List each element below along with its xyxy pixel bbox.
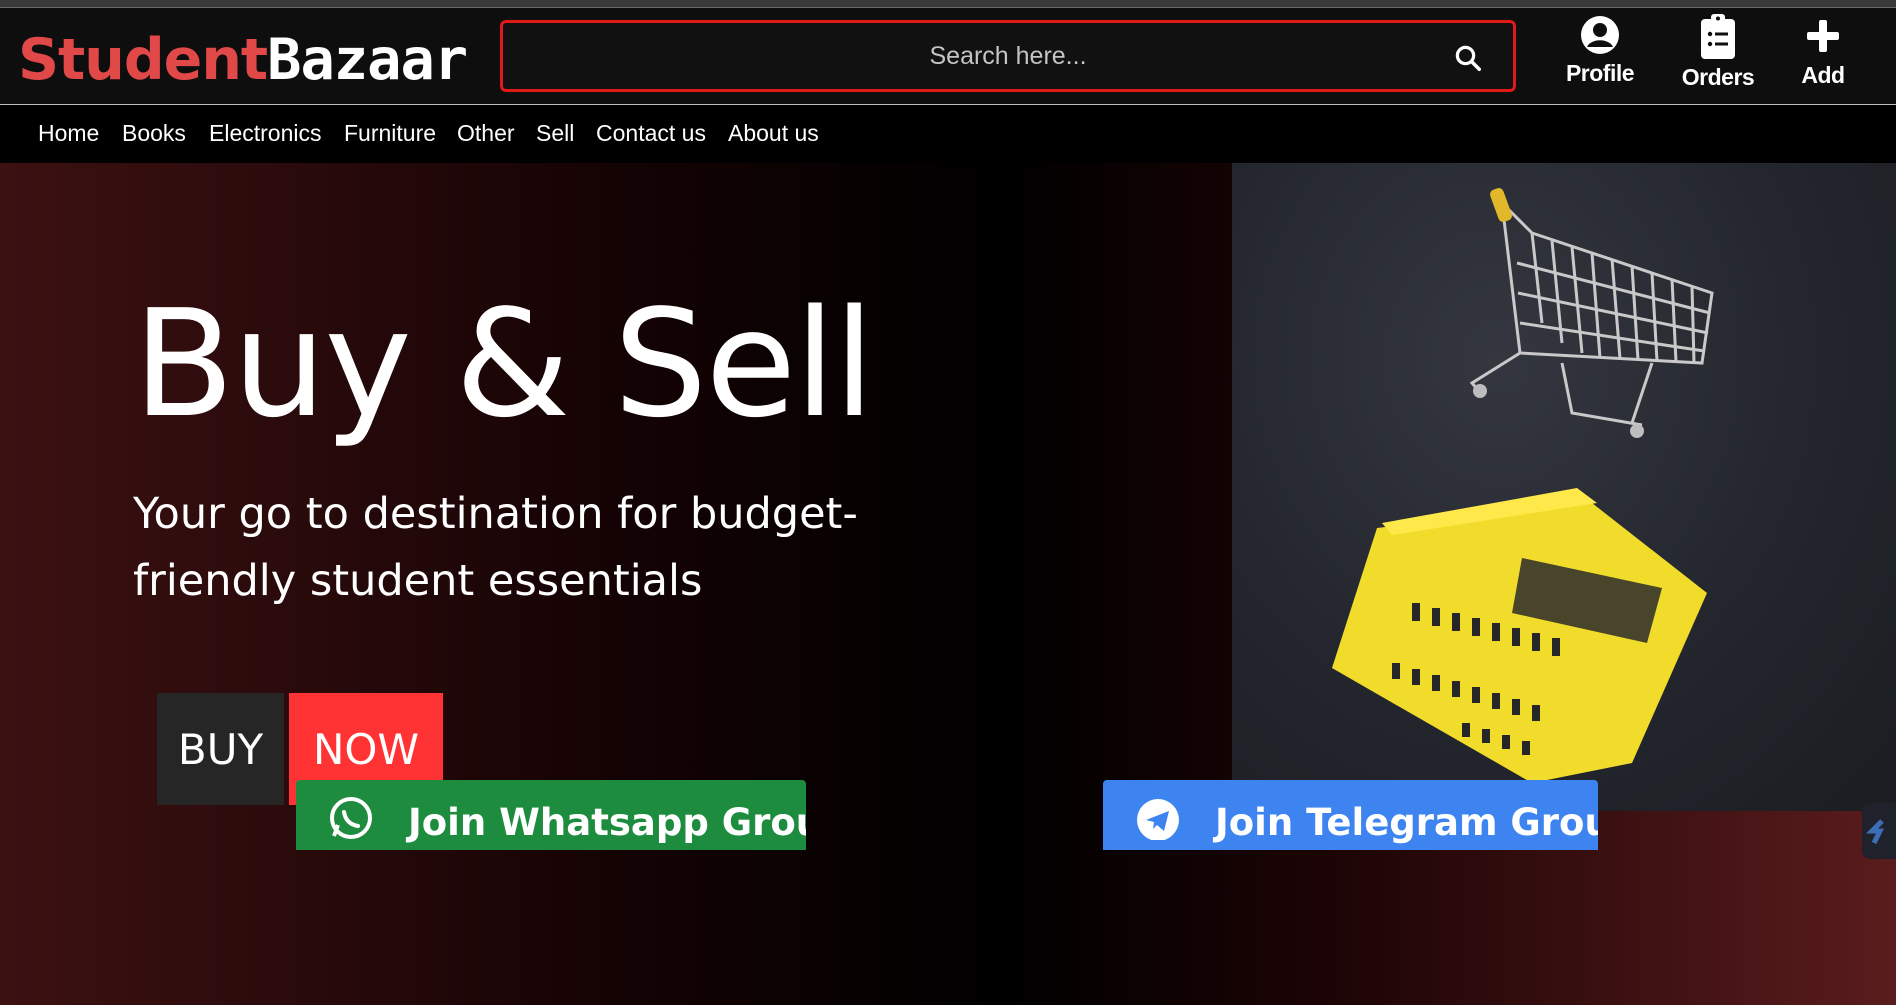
- yellow-basket-icon: [1332, 488, 1707, 783]
- side-scroll-handle[interactable]: [1862, 803, 1896, 859]
- join-whatsapp-button[interactable]: Join Whatsapp Group: [296, 780, 806, 850]
- search-icon[interactable]: [1453, 43, 1483, 73]
- shopping-cart-icon: [1469, 198, 1714, 427]
- nav-item-electronics[interactable]: Electronics: [209, 120, 321, 147]
- add-button[interactable]: Add: [1768, 14, 1878, 104]
- profile-button[interactable]: Profile: [1545, 14, 1655, 104]
- logo-part-student: Student: [18, 27, 268, 93]
- join-telegram-button[interactable]: Join Telegram Group: [1103, 780, 1598, 850]
- clipboard-list-icon: [1701, 14, 1735, 59]
- search-input[interactable]: [503, 23, 1513, 89]
- orders-label: Orders: [1681, 64, 1755, 90]
- nav-item-contact[interactable]: Contact us: [596, 120, 706, 147]
- browser-top-border: [0, 0, 1896, 8]
- telegram-icon: [1137, 799, 1179, 840]
- buy-button[interactable]: BUY: [157, 693, 284, 805]
- main-nav: Home Books Electronics Furniture Other S…: [0, 106, 1896, 163]
- shopping-cart-basket-image: [1332, 188, 1714, 783]
- orders-button[interactable]: Orders: [1663, 14, 1773, 104]
- search-bar: [500, 20, 1516, 92]
- plus-icon: [1807, 20, 1839, 52]
- hero-image-cart-basket: [1232, 163, 1896, 811]
- add-label: Add: [1801, 62, 1845, 88]
- hero-section: Buy & Sell Your go to destination for bu…: [0, 163, 1896, 1005]
- nav-item-sell[interactable]: Sell: [536, 120, 574, 147]
- telegram-label: Join Telegram Group: [1215, 800, 1598, 844]
- site-logo[interactable]: StudentBazaar: [18, 24, 468, 96]
- nav-item-other[interactable]: Other: [457, 120, 515, 147]
- hero-title: Buy & Sell: [133, 278, 875, 450]
- logo-part-bazaar: Bazaar: [267, 27, 468, 93]
- collapse-handle-icon: [1865, 819, 1885, 845]
- user-circle-icon: [1581, 16, 1619, 54]
- site-header: StudentBazaar Profile Orders: [0, 8, 1896, 105]
- whatsapp-icon: [330, 797, 372, 839]
- profile-label: Profile: [1565, 60, 1635, 86]
- nav-item-about[interactable]: About us: [728, 120, 819, 147]
- whatsapp-label: Join Whatsapp Group: [408, 800, 806, 844]
- nav-item-furniture[interactable]: Furniture: [344, 120, 436, 147]
- nav-item-books[interactable]: Books: [122, 120, 186, 147]
- nav-item-home[interactable]: Home: [38, 120, 99, 147]
- hero-subtitle: Your go to destination for budget-friend…: [133, 489, 858, 606]
